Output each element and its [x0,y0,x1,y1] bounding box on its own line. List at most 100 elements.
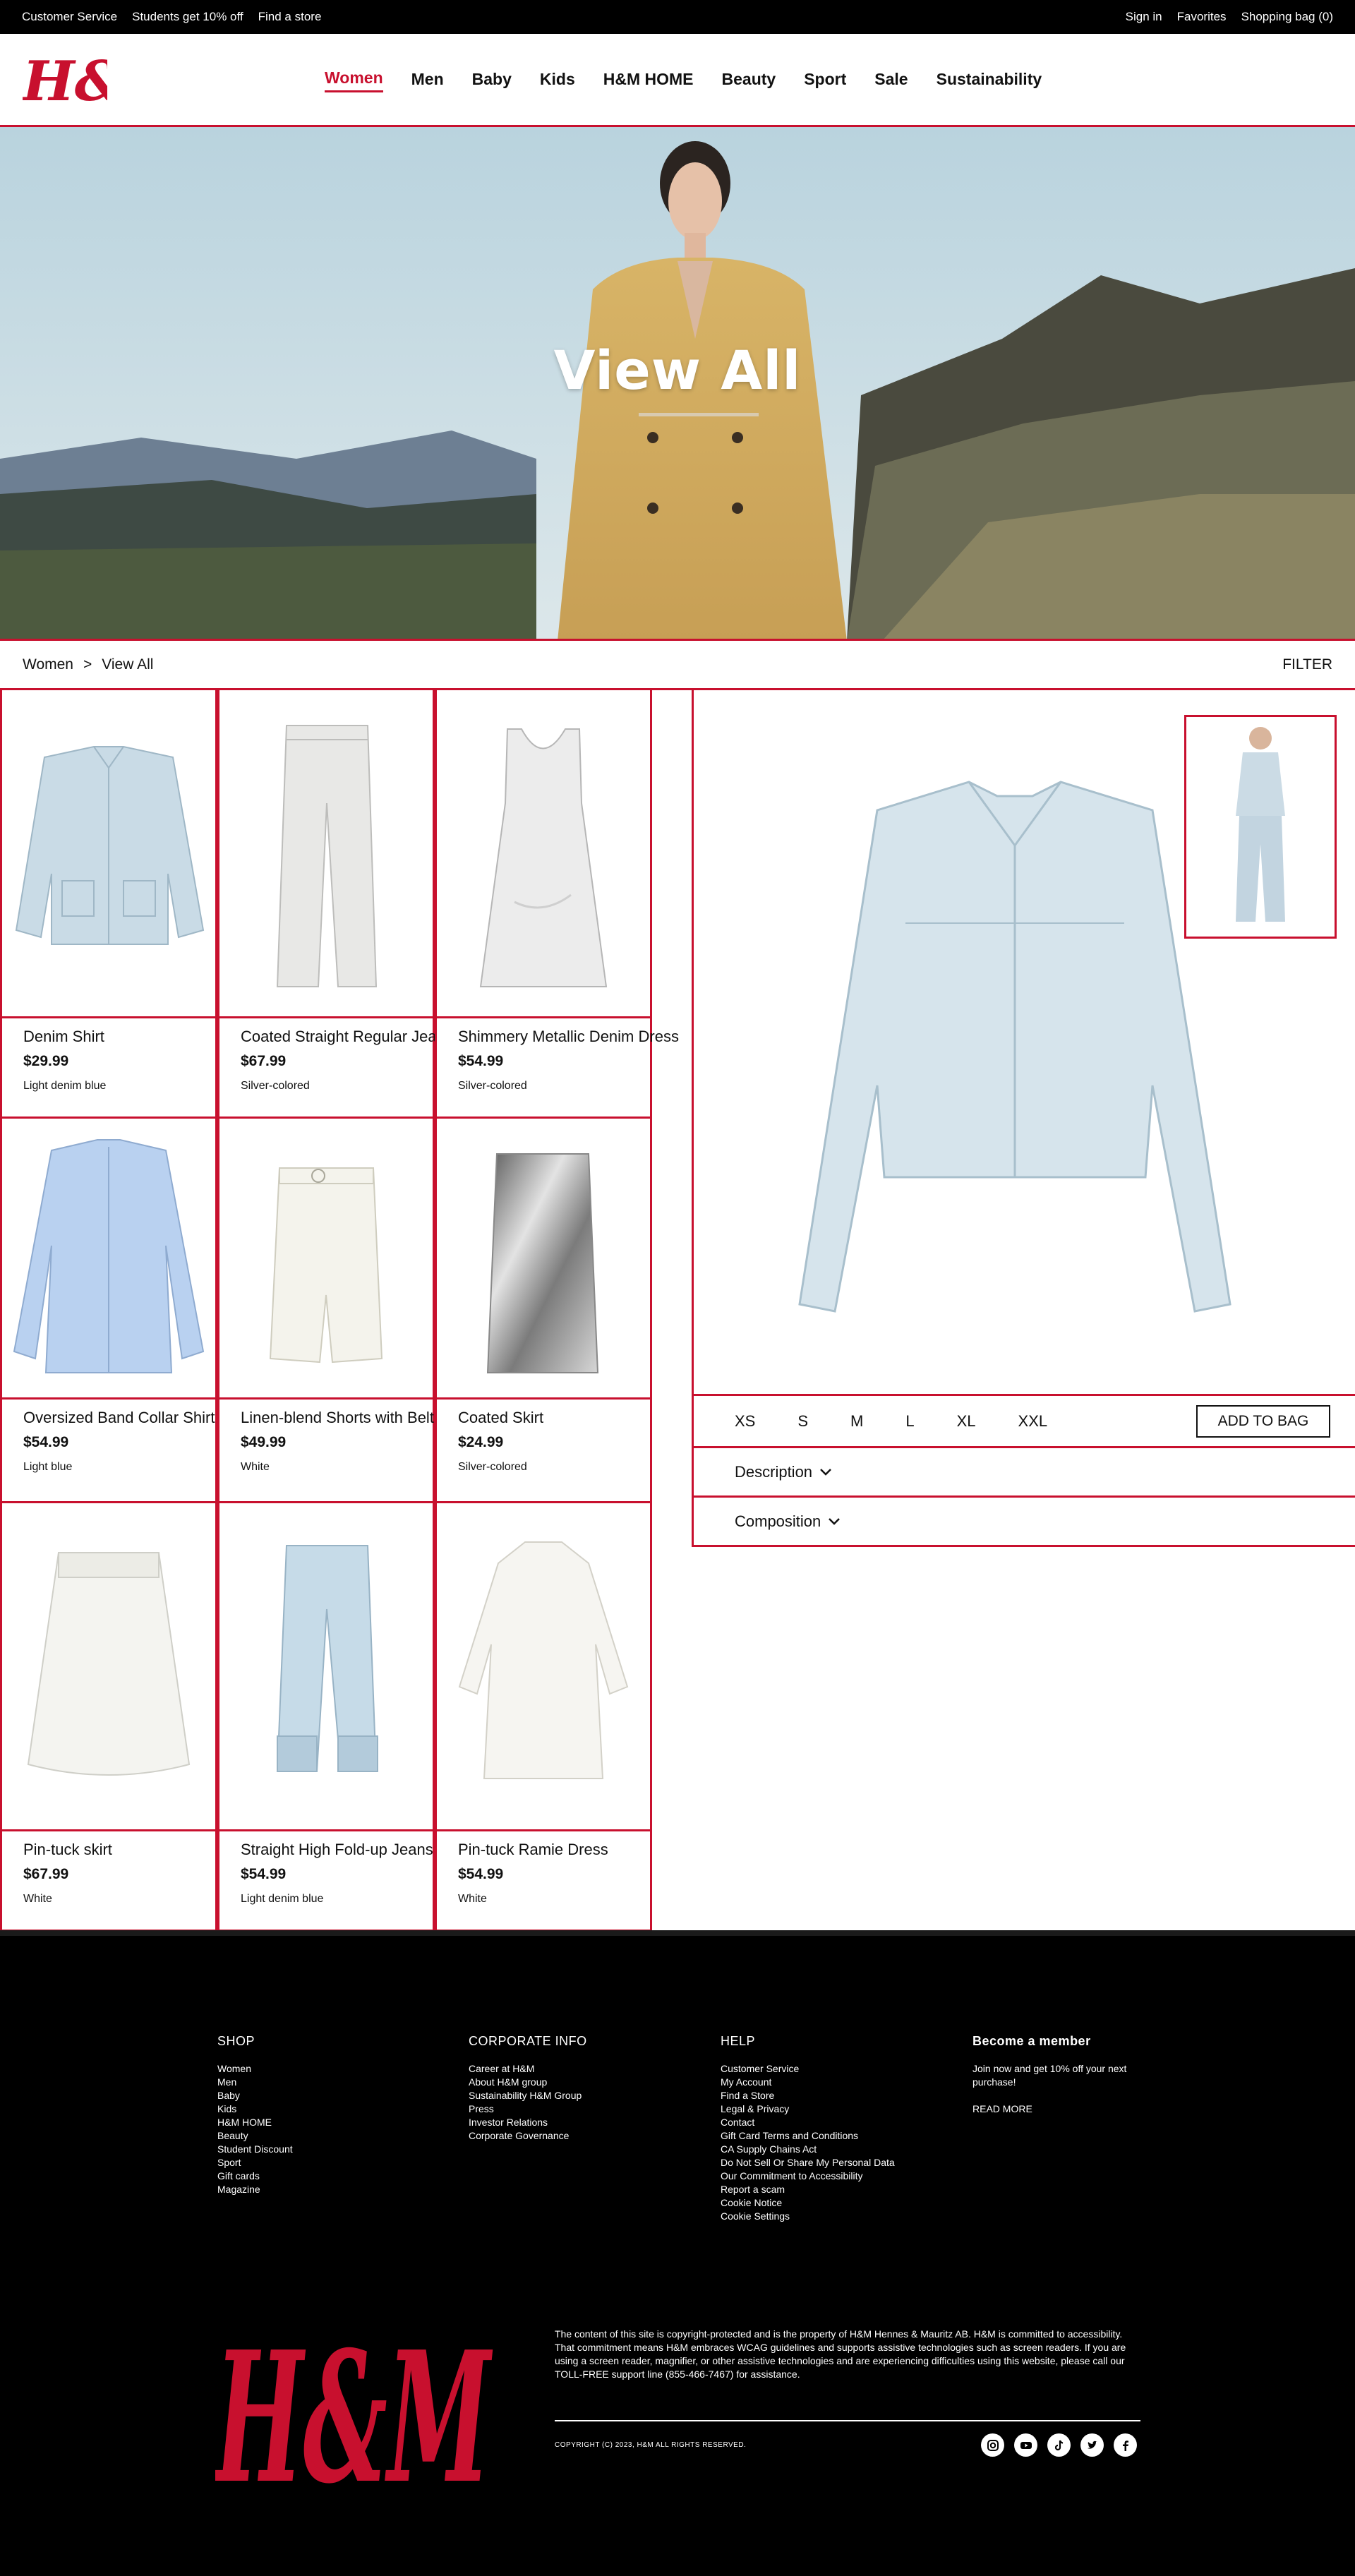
product-card[interactable]: Coated Straight Regular Jeans $67.99 Sil… [217,690,453,1119]
footer-link[interactable]: Sustainability H&M Group [469,2089,587,2102]
footer-link[interactable]: Beauty [217,2129,293,2143]
product-color: Silver-colored [458,1461,527,1474]
product-name[interactable]: Coated Straight Regular Jeans [241,1028,453,1046]
footer-link[interactable]: Legal & Privacy [721,2102,897,2116]
footer-link[interactable]: Investor Relations [469,2116,587,2129]
product-image [2,1119,215,1400]
footer-link[interactable]: Corporate Governance [469,2129,587,2143]
favorites-link[interactable]: Favorites [1177,10,1227,24]
footer-link[interactable]: Women [217,2062,293,2076]
nav-sustainability[interactable]: Sustainability [937,70,1042,92]
product-color: White [241,1461,270,1474]
product-image [437,1503,650,1831]
product-area: Denim Shirt $29.99 Light denim blue Coat… [0,690,1355,1932]
add-to-bag-button[interactable]: ADD TO BAG [1196,1404,1330,1438]
footer-corporate-title: CORPORATE INFO [469,2034,587,2048]
footer-link[interactable]: Find a Store [721,2089,897,2102]
footer-member-title: Become a member [972,2034,1091,2048]
product-price: $67.99 [241,1053,287,1070]
product-color: Light blue [23,1461,73,1474]
footer-link[interactable]: Customer Service [721,2062,897,2076]
footer-link[interactable]: Cookie Settings [721,2210,897,2223]
footer-link[interactable]: Press [469,2102,587,2116]
nav-baby[interactable]: Baby [472,70,512,92]
find-store-link[interactable]: Find a store [258,10,322,24]
product-price: $54.99 [23,1434,69,1451]
product-card[interactable]: Oversized Band Collar Shirt $54.99 Light… [0,1119,217,1503]
product-card[interactable]: Linen-blend Shorts with Belt $49.99 Whit… [217,1119,435,1503]
footer-link[interactable]: About H&M group [469,2076,587,2089]
breadcrumb-women[interactable]: Women [23,656,73,673]
product-card[interactable]: Coated Skirt $24.99 Silver-colored [435,1119,652,1503]
footer-link[interactable]: Cookie Notice [721,2196,897,2210]
description-accordion[interactable]: Description [692,1448,1355,1498]
customer-service-link[interactable]: Customer Service [22,10,117,24]
facebook-icon[interactable] [1114,2433,1137,2457]
product-card[interactable]: Denim Shirt $29.99 Light denim blue [0,690,217,1119]
product-color: Light denim blue [241,1893,324,1906]
footer-link[interactable]: Gift Card Terms and Conditions [721,2129,897,2143]
size-l[interactable]: L [905,1412,914,1431]
product-card[interactable]: Pin-tuck Ramie Dress $54.99 White [435,1503,652,1932]
product-image [437,690,650,1018]
breadcrumb-current: View All [102,656,154,673]
product-image [219,1119,433,1400]
footer-link[interactable]: Report a scam [721,2183,897,2196]
footer-link[interactable]: Sport [217,2156,293,2169]
footer-hm-logo[interactable]: H&M [215,2315,494,2505]
footer-link[interactable]: Contact [721,2116,897,2129]
student-discount-link[interactable]: Students get 10% off [132,10,243,24]
size-s[interactable]: S [797,1412,808,1431]
product-name[interactable]: Coated Skirt [458,1409,629,1427]
nav-beauty[interactable]: Beauty [722,70,776,92]
footer-link[interactable]: Student Discount [217,2143,293,2156]
tiktok-icon[interactable] [1047,2433,1071,2457]
nav-sale[interactable]: Sale [874,70,908,92]
footer-link[interactable]: CA Supply Chains Act [721,2143,897,2156]
instagram-icon[interactable] [981,2433,1004,2457]
nav-kids[interactable]: Kids [540,70,575,92]
size-xxl[interactable]: XXL [1018,1412,1048,1431]
nav-sport[interactable]: Sport [804,70,846,92]
product-name[interactable]: Oversized Band Collar Shirt [23,1409,215,1427]
shopping-bag-link[interactable]: Shopping bag (0) [1241,10,1333,24]
footer-link[interactable]: Career at H&M [469,2062,587,2076]
product-name[interactable]: Straight High Fold-up Jeans [241,1841,433,1859]
footer-link[interactable]: Gift cards [217,2169,293,2183]
sign-in-link[interactable]: Sign in [1126,10,1162,24]
composition-label: Composition [735,1512,821,1530]
hm-logo[interactable]: H&M [23,49,107,113]
footer-link[interactable]: Men [217,2076,293,2089]
product-name[interactable]: Pin-tuck Ramie Dress [458,1841,629,1859]
size-selector: XS S M L XL XXL ADD TO BAG [692,1396,1355,1448]
product-thumbnail[interactable] [1184,715,1337,939]
size-xs[interactable]: XS [735,1412,755,1431]
product-card[interactable]: Shimmery Metallic Denim Dress $54.99 Sil… [435,690,679,1119]
product-name[interactable]: Pin-tuck skirt [23,1841,194,1859]
product-card[interactable]: Straight High Fold-up Jeans $54.99 Light… [217,1503,435,1932]
product-name[interactable]: Linen-blend Shorts with Belt [241,1409,434,1427]
product-name[interactable]: Shimmery Metallic Denim Dress [458,1028,679,1046]
nav-women[interactable]: Women [325,68,383,92]
youtube-icon[interactable] [1014,2433,1037,2457]
size-m[interactable]: M [850,1412,863,1431]
twitter-icon[interactable] [1080,2433,1104,2457]
product-card[interactable]: Pin-tuck skirt $67.99 White [0,1503,217,1932]
footer-link[interactable]: Do Not Sell Or Share My Personal Data [721,2156,897,2169]
filter-button[interactable]: FILTER [1282,656,1332,673]
footer-link[interactable]: Magazine [217,2183,293,2196]
footer-link[interactable]: Baby [217,2089,293,2102]
footer-link[interactable]: My Account [721,2076,897,2089]
footer-link[interactable]: Kids [217,2102,293,2116]
size-xl[interactable]: XL [957,1412,976,1431]
read-more-link[interactable]: READ MORE [972,2102,1142,2116]
composition-accordion[interactable]: Composition [692,1498,1355,1547]
product-name[interactable]: Denim Shirt [23,1028,194,1046]
chevron-down-icon [829,1517,841,1525]
footer-link[interactable]: Our Commitment to Accessibility [721,2169,897,2183]
product-color: White [23,1893,52,1906]
nav-men[interactable]: Men [411,70,444,92]
nav-hm-home[interactable]: H&M HOME [603,70,694,92]
breadcrumb-separator: > [83,656,92,673]
footer-link[interactable]: H&M HOME [217,2116,293,2129]
